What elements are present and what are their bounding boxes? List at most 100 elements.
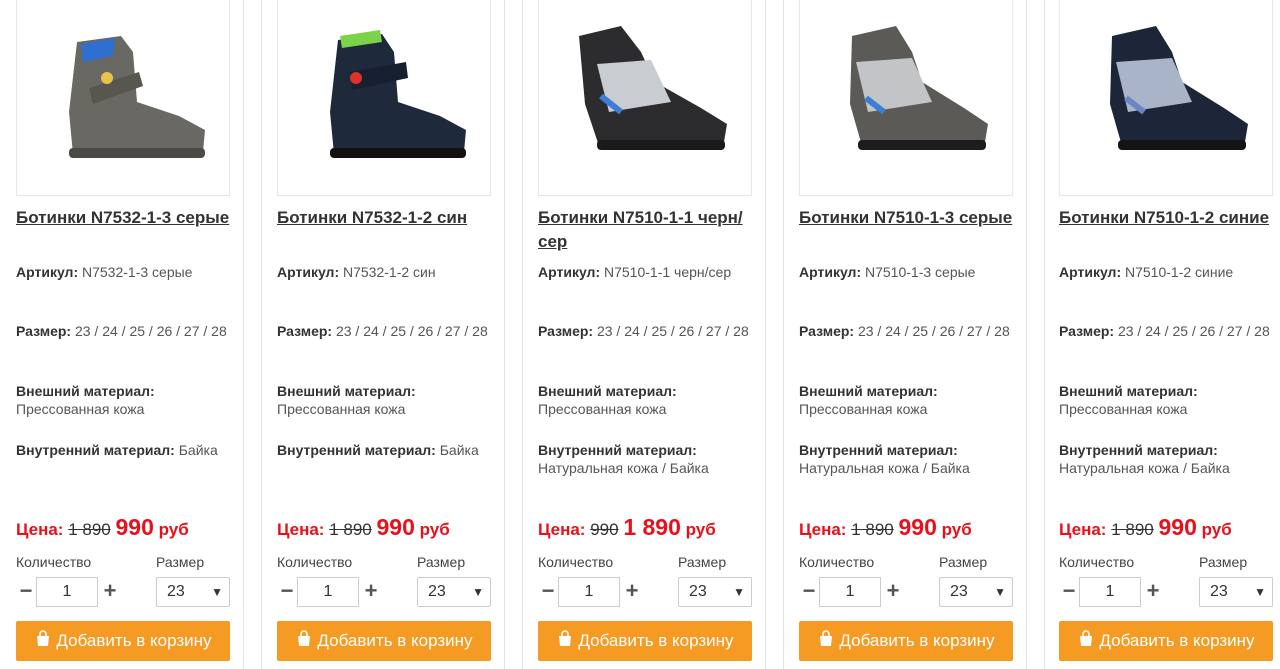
product-title[interactable]: Ботинки N7532-1-3 серые xyxy=(16,206,248,230)
inner-material-row: Внутренний материал: Натуральная кожа / Б… xyxy=(1059,441,1279,477)
outer-label: Внешний материал: xyxy=(16,383,155,399)
add-to-cart-button[interactable]: Добавить в корзину xyxy=(277,621,491,661)
product-card: Ботинки N7510-1-3 серые Артикул: N7510-1… xyxy=(783,0,1027,669)
shopping-bag-icon xyxy=(1077,622,1095,662)
chevron-down-icon: ▼ xyxy=(211,585,223,599)
plus-icon[interactable]: + xyxy=(622,577,642,605)
size-label: Размер: xyxy=(277,323,333,339)
product-title[interactable]: Ботинки N7510-1-3 серые xyxy=(799,206,1031,230)
inner-label: Внутренний материал: xyxy=(277,442,436,458)
size-select-label: Размер xyxy=(417,554,466,570)
size-select[interactable]: 23 ▼ xyxy=(156,577,230,607)
size-select-value: 23 xyxy=(167,583,185,600)
quantity-input[interactable]: 1 xyxy=(819,577,881,607)
size-select[interactable]: 23 ▼ xyxy=(1199,577,1273,607)
price-label: Цена: xyxy=(799,520,847,539)
price: Цена: 1 890 990 руб xyxy=(277,514,450,541)
article-label: Артикул: xyxy=(799,264,862,280)
product-image[interactable] xyxy=(799,0,1013,196)
chevron-down-icon: ▼ xyxy=(733,585,745,599)
outer-material-row: Внешний материал: Прессованная кожа xyxy=(277,382,497,418)
article-row: Артикул: N7532-1-3 серые xyxy=(16,263,236,281)
add-to-cart-label: Добавить в корзину xyxy=(56,631,212,650)
article-row: Артикул: N7532-1-2 син xyxy=(277,263,497,281)
outer-material-row: Внешний материал: Прессованная кожа xyxy=(799,382,1019,418)
inner-value: Байка xyxy=(439,442,479,458)
outer-value: Прессованная кожа xyxy=(538,401,667,417)
size-value: 23 / 24 / 25 / 26 / 27 / 28 xyxy=(335,323,488,339)
currency: руб xyxy=(158,520,189,539)
article-label: Артикул: xyxy=(1059,264,1122,280)
size-row: Размер: 23 / 24 / 25 / 26 / 27 / 28 xyxy=(538,322,758,340)
inner-material-row: Внутренний материал: Байка xyxy=(16,441,236,459)
size-value: 23 / 24 / 25 / 26 / 27 / 28 xyxy=(1117,323,1270,339)
new-price: 990 xyxy=(376,514,415,540)
price: Цена: 990 1 890 руб xyxy=(538,514,716,541)
minus-icon[interactable]: − xyxy=(277,577,297,605)
article-row: Артикул: N7510-1-3 серые xyxy=(799,263,1019,281)
chevron-down-icon: ▼ xyxy=(994,585,1006,599)
size-select[interactable]: 23 ▼ xyxy=(417,577,491,607)
size-select[interactable]: 23 ▼ xyxy=(678,577,752,607)
size-row: Размер: 23 / 24 / 25 / 26 / 27 / 28 xyxy=(799,322,1019,340)
outer-material-row: Внешний материал: Прессованная кожа xyxy=(16,382,236,418)
inner-label: Внутренний материал: xyxy=(16,442,175,458)
size-value: 23 / 24 / 25 / 26 / 27 / 28 xyxy=(74,323,227,339)
article-value: N7532-1-3 серые xyxy=(82,264,193,280)
size-row: Размер: 23 / 24 / 25 / 26 / 27 / 28 xyxy=(16,322,236,340)
minus-icon[interactable]: − xyxy=(16,577,36,605)
plus-icon[interactable]: + xyxy=(883,577,903,605)
quantity-label: Количество xyxy=(799,554,875,570)
quantity-input[interactable]: 1 xyxy=(1079,577,1141,607)
product-image[interactable] xyxy=(277,0,491,196)
quantity-input[interactable]: 1 xyxy=(297,577,359,607)
price-label: Цена: xyxy=(538,520,586,539)
product-grid: Ботинки N7532-1-3 серые Артикул: N7532-1… xyxy=(0,0,1280,669)
currency: руб xyxy=(419,520,450,539)
size-select-value: 23 xyxy=(950,583,968,600)
sneaker-image xyxy=(850,26,988,150)
inner-label: Внутренний материал: xyxy=(1059,442,1218,458)
size-value: 23 / 24 / 25 / 26 / 27 / 28 xyxy=(857,323,1010,339)
chevron-down-icon: ▼ xyxy=(472,585,484,599)
size-label: Размер: xyxy=(538,323,594,339)
minus-icon[interactable]: − xyxy=(538,577,558,605)
plus-icon[interactable]: + xyxy=(361,577,381,605)
add-to-cart-button[interactable]: Добавить в корзину xyxy=(799,621,1013,661)
size-select-label: Размер xyxy=(939,554,988,570)
size-select-label: Размер xyxy=(1199,554,1248,570)
article-label: Артикул: xyxy=(277,264,340,280)
inner-material-row: Внутренний материал: Байка xyxy=(277,441,497,459)
size-row: Размер: 23 / 24 / 25 / 26 / 27 / 28 xyxy=(1059,322,1279,340)
quantity-input[interactable]: 1 xyxy=(36,577,98,607)
product-image[interactable] xyxy=(1059,0,1273,196)
product-card: Ботинки N7532-1-3 серые Артикул: N7532-1… xyxy=(0,0,244,669)
inner-value: Натуральная кожа / Байка xyxy=(799,460,970,476)
minus-icon[interactable]: − xyxy=(799,577,819,605)
size-select[interactable]: 23 ▼ xyxy=(939,577,1013,607)
minus-icon[interactable]: − xyxy=(1059,577,1079,605)
product-image[interactable] xyxy=(538,0,752,196)
add-to-cart-button[interactable]: Добавить в корзину xyxy=(538,621,752,661)
currency: руб xyxy=(685,520,716,539)
plus-icon[interactable]: + xyxy=(100,577,120,605)
plus-icon[interactable]: + xyxy=(1143,577,1163,605)
add-to-cart-button[interactable]: Добавить в корзину xyxy=(1059,621,1273,661)
product-card: Ботинки N7510-1-1 черн/сер Артикул: N751… xyxy=(522,0,766,669)
product-title[interactable]: Ботинки N7510-1-1 черн/сер xyxy=(538,206,770,254)
product-title[interactable]: Ботинки N7532-1-2 син xyxy=(277,206,509,230)
product-title[interactable]: Ботинки N7510-1-2 синие xyxy=(1059,206,1280,230)
quantity-input[interactable]: 1 xyxy=(558,577,620,607)
outer-value: Прессованная кожа xyxy=(799,401,928,417)
article-value: N7510-1-1 черн/сер xyxy=(604,264,732,280)
product-image[interactable] xyxy=(16,0,230,196)
new-price: 990 xyxy=(898,514,937,540)
outer-material-row: Внешний материал: Прессованная кожа xyxy=(1059,382,1279,418)
add-to-cart-label: Добавить в корзину xyxy=(578,631,734,650)
price: Цена: 1 890 990 руб xyxy=(799,514,972,541)
sneaker-image xyxy=(1110,26,1248,150)
size-select-label: Размер xyxy=(678,554,727,570)
shopping-bag-icon xyxy=(34,622,52,662)
add-to-cart-label: Добавить в корзину xyxy=(839,631,995,650)
add-to-cart-button[interactable]: Добавить в корзину xyxy=(16,621,230,661)
